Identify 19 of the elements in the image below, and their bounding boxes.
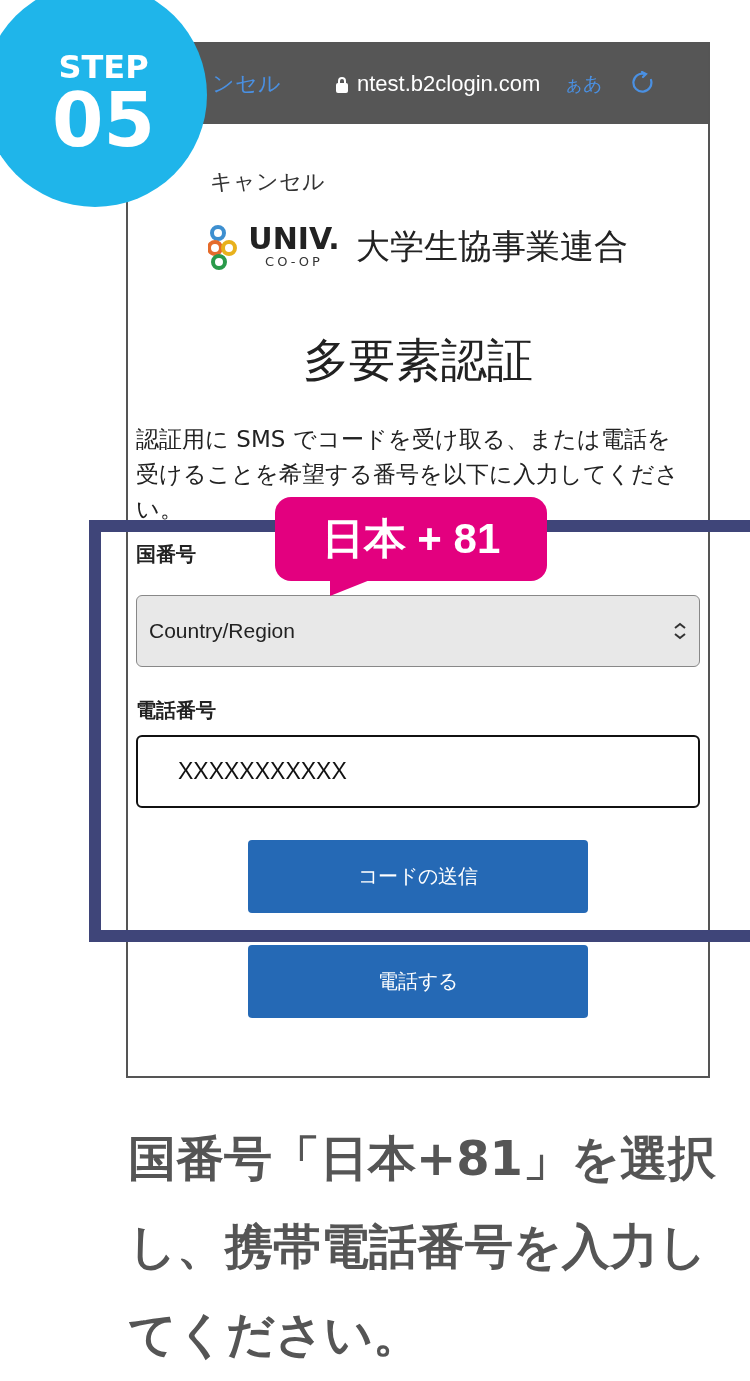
field-label: 国番号 bbox=[136, 541, 196, 568]
page-title: 多要素認証 bbox=[302, 332, 534, 389]
chevron-updown-icon bbox=[673, 622, 687, 640]
logo-wordmark: UNIV. bbox=[248, 224, 340, 255]
logo-subline: CO-OP bbox=[265, 254, 323, 270]
step-number: 05 bbox=[52, 82, 155, 157]
country-select[interactable]: Country/Region bbox=[136, 595, 700, 667]
coop-logo-icon bbox=[208, 224, 239, 270]
submit-button[interactable]: 電話する bbox=[248, 945, 588, 1018]
callout-tail bbox=[330, 580, 370, 596]
cancel-link[interactable]: キャンセル bbox=[210, 168, 325, 196]
phone-number-field[interactable]: XXXXXXXXXXX bbox=[136, 735, 700, 808]
submit-button[interactable]: コードの送信 bbox=[248, 840, 588, 913]
lock-icon bbox=[335, 75, 349, 93]
organization-name: 大学生協事業連合 bbox=[355, 225, 628, 268]
step-label: STEP bbox=[58, 50, 149, 83]
url-text: ntest.b2clogin.com bbox=[357, 71, 541, 97]
field-label: 電話番号 bbox=[136, 697, 216, 724]
caption-text: 国番号「日本+81」を選択し、携帯電話番号を入力してください。 bbox=[128, 1129, 717, 1364]
